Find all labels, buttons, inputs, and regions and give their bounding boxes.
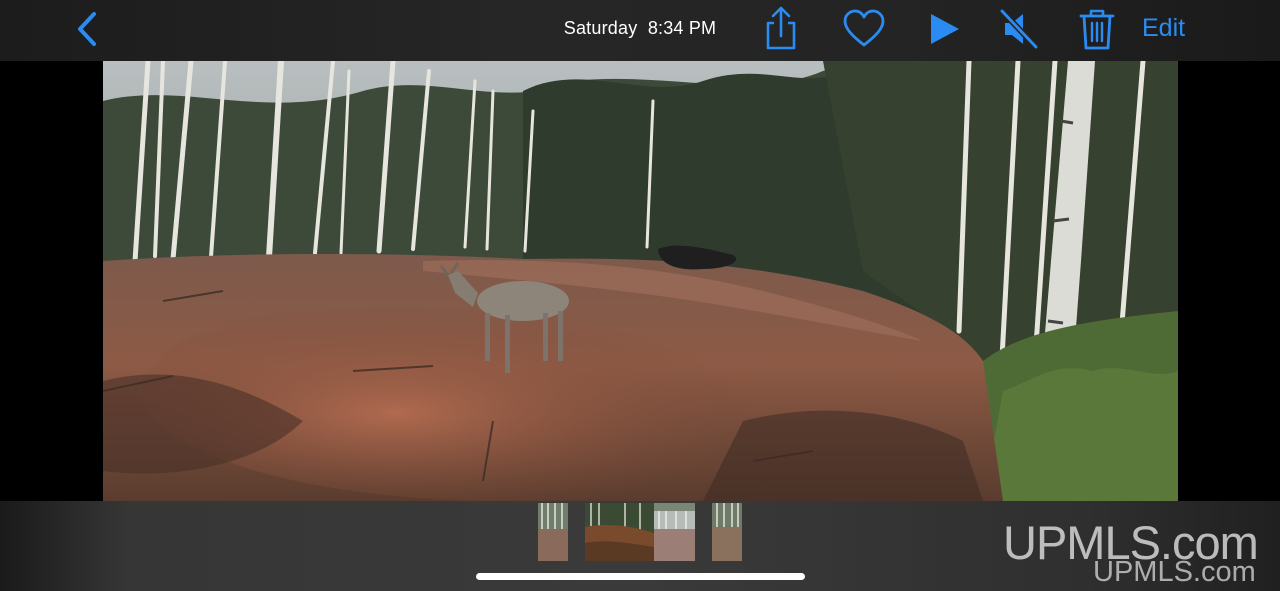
top-toolbar: Saturday 8:34 PM Edit [0,0,1280,61]
favorite-button[interactable] [841,6,887,52]
forest-clearing-scene [103,61,1178,501]
date-time-title: Saturday 8:34 PM [520,18,760,39]
thumbnail-image [654,503,695,561]
time-label: 8:34 PM [647,18,717,38]
watermark-small: UPMLS.com [1093,556,1256,588]
speaker-muted-icon [999,8,1039,50]
share-button[interactable] [758,6,804,52]
thumbnail-4[interactable] [712,503,742,561]
video-frame[interactable] [103,61,1178,501]
share-icon [766,6,796,50]
back-button[interactable] [74,10,102,48]
thumbnail-3[interactable] [654,503,695,561]
thumbnail-image [712,503,742,561]
media-viewer [0,61,1280,501]
bottom-bar: UPMLS.com UPMLS.com [0,501,1280,591]
home-indicator[interactable] [476,573,805,580]
play-icon [931,14,959,44]
day-label: Saturday [563,18,638,38]
delete-button[interactable] [1074,6,1120,52]
chevron-left-icon [78,12,96,46]
thumbnail-1[interactable] [538,503,568,561]
heart-icon [843,9,885,47]
thumbnail-image [538,503,568,561]
edit-button[interactable]: Edit [1142,14,1185,43]
mute-button[interactable] [996,6,1042,52]
thumbnail-2-current[interactable] [585,503,654,561]
thumbnail-image [585,503,654,561]
play-button[interactable] [921,6,967,52]
trash-icon [1079,9,1115,50]
